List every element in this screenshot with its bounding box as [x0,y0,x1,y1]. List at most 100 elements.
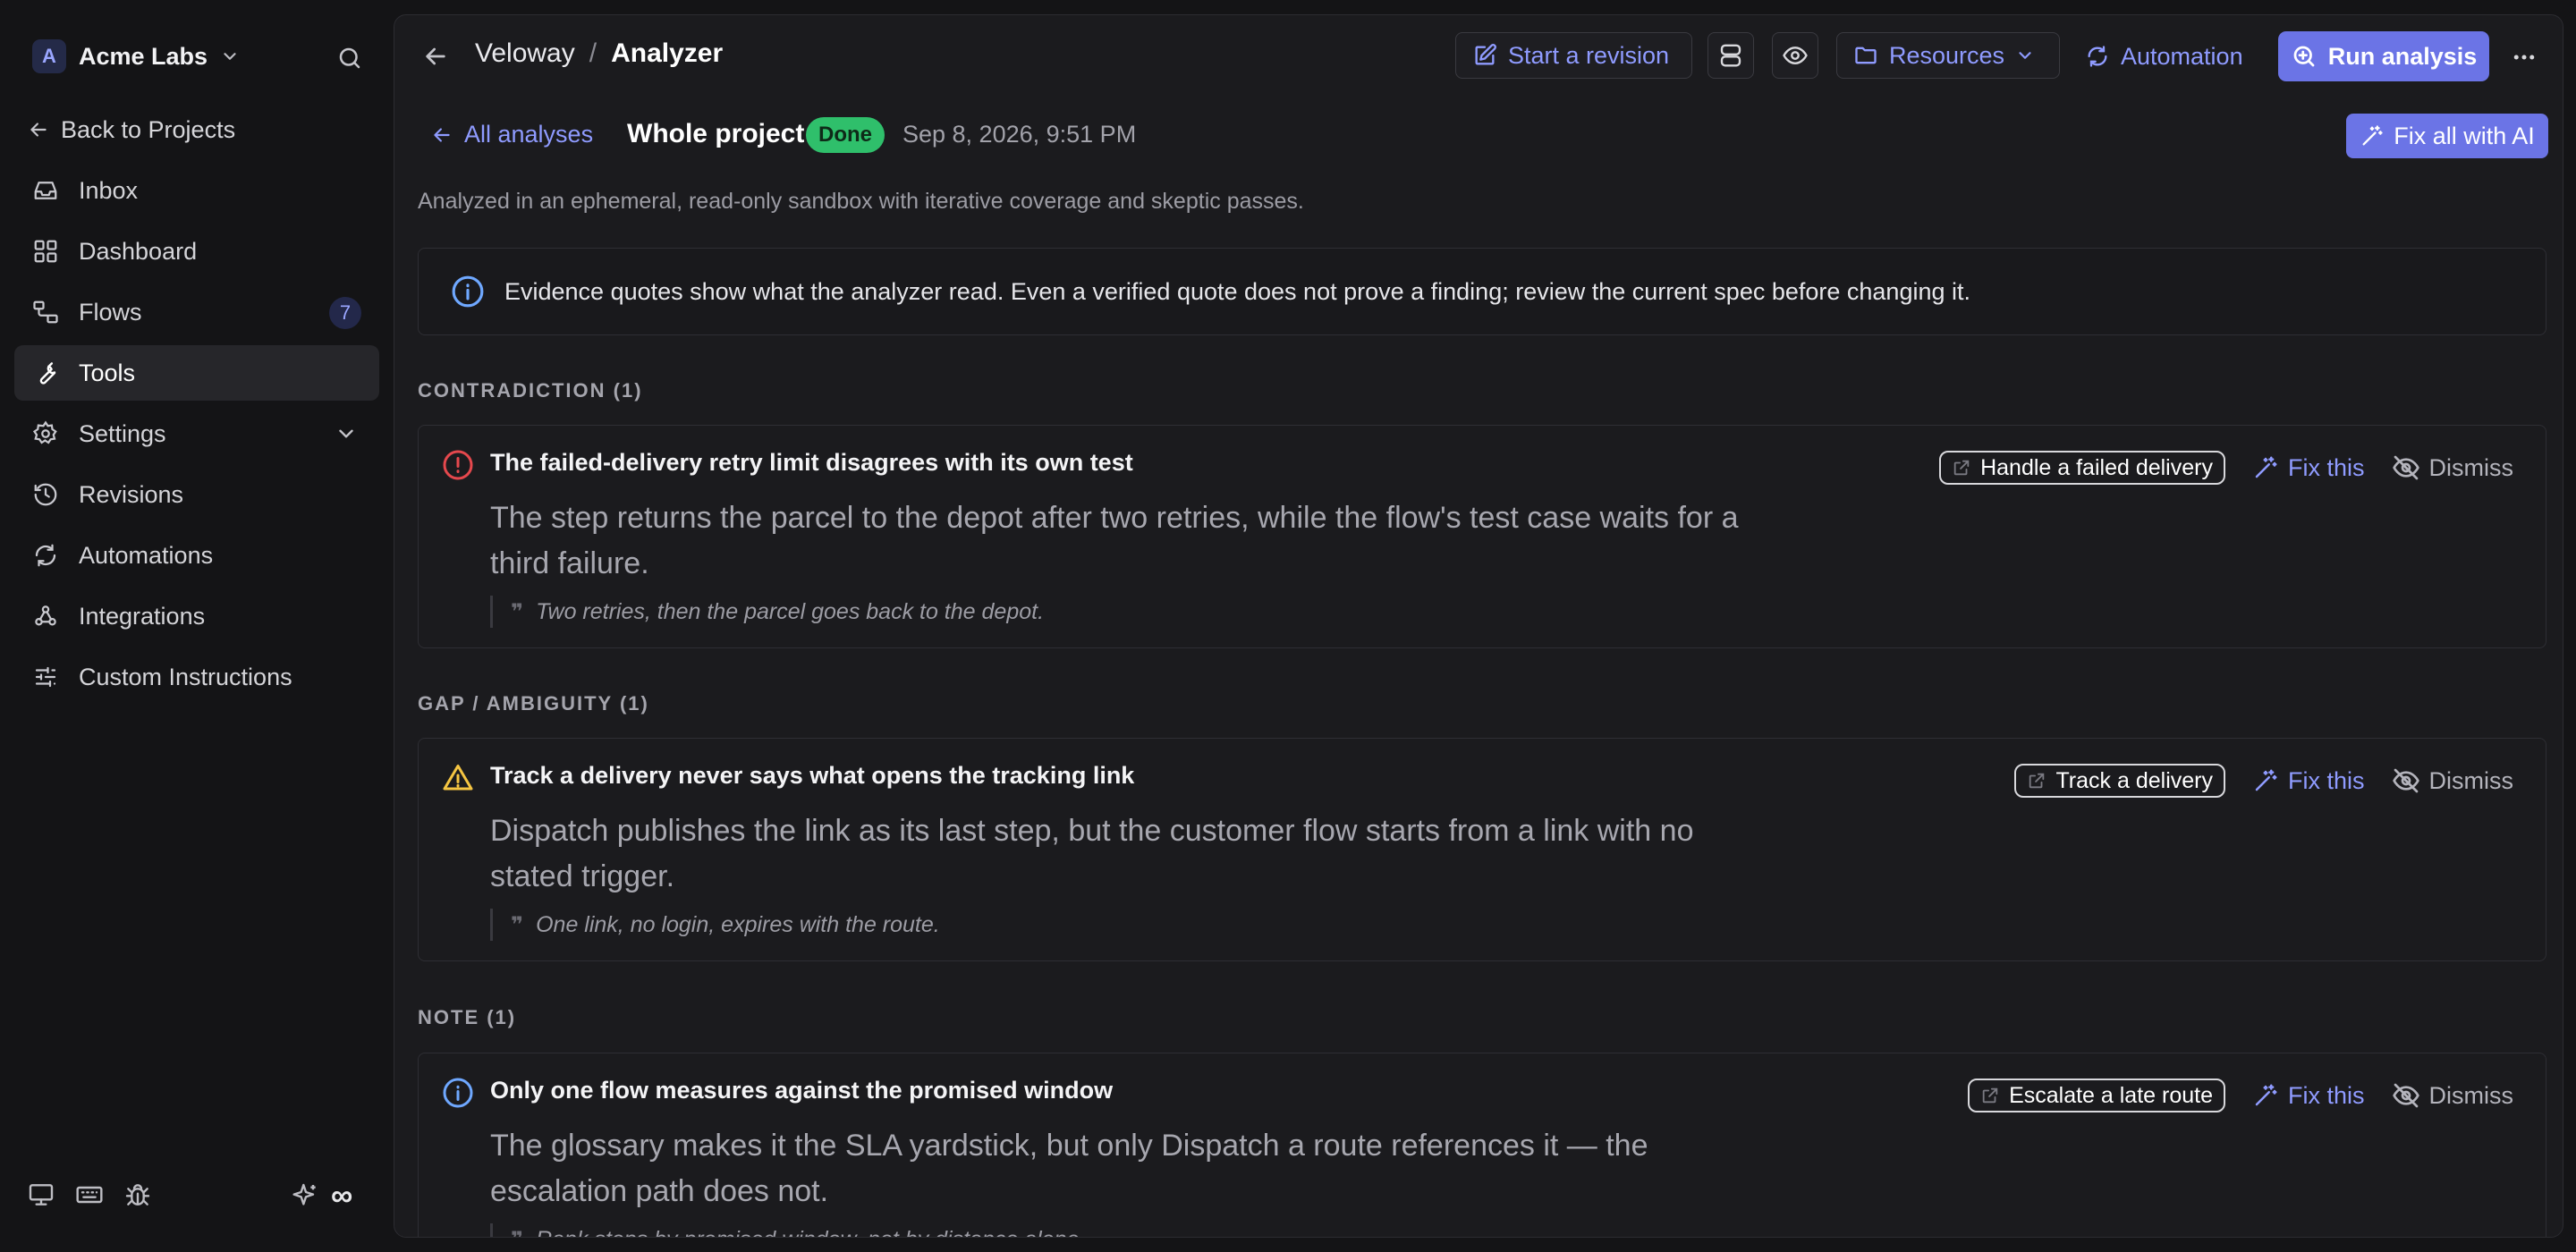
sidebar: A Acme Labs Back to Projects Inbox Dashb… [0,0,394,1252]
dismiss-label: Dismiss [2428,766,2514,794]
dismiss-button[interactable]: Dismiss [2392,1081,2514,1110]
page-title: Analyzer [611,38,724,68]
back-to-projects-link[interactable]: Back to Projects [27,111,235,148]
sidebar-item-flows[interactable]: Flows 7 [14,284,379,340]
info-callout: Evidence quotes show what the analyzer r… [418,248,2546,335]
evidence-quote: ❞ Rank stops by promised window, not by … [490,1223,1085,1238]
finding-title: The failed-delivery retry limit disagree… [490,449,1133,476]
dashboard-icon [30,236,61,266]
run-analysis-button[interactable]: Run analysis [2278,31,2489,81]
fix-all-with-ai-button[interactable]: Fix all with AI [2346,114,2548,158]
workspace-avatar: A [32,39,66,73]
sidebar-item-tools[interactable]: Tools [14,345,379,401]
finding-title: Only one flow measures against the promi… [490,1077,1114,1104]
dismiss-label: Dismiss [2428,1081,2514,1109]
workspace-name: Acme Labs [79,42,208,70]
external-link-icon [1952,458,1971,478]
sidebar-item-inbox[interactable]: Inbox [14,163,379,218]
sidebar-item-label: Inbox [79,176,139,204]
all-analyses-link[interactable]: All analyses [430,121,593,148]
resources-dropdown[interactable]: Resources [1836,32,2060,79]
fix-this-button[interactable]: Fix this [2252,767,2365,795]
sidebar-item-label: Revisions [79,480,184,508]
warning-triangle-icon [442,762,474,794]
finding-title: Track a delivery never says what opens t… [490,762,1135,789]
preview-button[interactable] [1772,32,1818,79]
info-callout-text: Evidence quotes show what the analyzer r… [504,277,1970,305]
fix-all-label: Fix all with AI [2394,122,2535,149]
fix-this-label: Fix this [2287,453,2365,481]
refresh-icon [30,540,61,571]
sidebar-item-label: Tools [79,359,136,386]
history-icon [30,479,61,510]
bug-icon[interactable] [123,1180,152,1209]
sidebar-item-revisions[interactable]: Revisions [14,467,379,522]
sidebar-item-automations[interactable]: Automations [14,528,379,583]
finding-body: The glossary makes it the SLA yardstick,… [490,1129,1648,1208]
more-options-icon[interactable] [2505,38,2543,76]
search-icon[interactable] [331,39,369,77]
flows-icon [30,297,61,327]
arrow-left-icon[interactable] [421,42,450,71]
layout-toggle-button[interactable] [1707,32,1754,79]
sidebar-item-custom-instructions[interactable]: Custom Instructions [14,649,379,705]
evidence-quote-text: One link, no login, expires with the rou… [536,911,940,937]
sidebar-item-label: Custom Instructions [79,663,292,690]
flow-link-pill[interactable]: Escalate a late route [1968,1079,2225,1112]
eye-icon [1782,42,1809,69]
analysis-scope: Whole project [627,119,805,148]
analysis-date: Sep 8, 2026, 9:51 PM [902,121,1137,148]
start-revision-label: Start a revision [1508,41,1670,69]
status-badge: Done [806,117,885,153]
finding-card: The failed-delivery retry limit disagree… [418,425,2546,648]
sidebar-footer-tools [27,1180,152,1209]
flow-link-pill[interactable]: Handle a failed delivery [1939,451,2225,485]
sidebar-item-label: Flows [79,298,142,326]
fix-this-button[interactable]: Fix this [2252,454,2365,482]
sidebar-item-label: Automations [79,541,214,569]
evidence-quote: ❞ Two retries, then the parcel goes back… [490,596,1044,628]
finding-card: Track a delivery never says what opens t… [418,738,2546,961]
info-icon [442,1077,474,1109]
start-revision-button[interactable]: Start a revision [1455,32,1692,79]
sidebar-item-label: Dashboard [79,237,198,265]
infinity-icon[interactable]: ∞ [331,1180,352,1211]
quote-icon: ❞ [511,912,524,937]
fix-this-button[interactable]: Fix this [2252,1082,2365,1110]
breadcrumb-project[interactable]: Veloway [475,38,575,69]
quote-icon: ❞ [511,1227,523,1238]
refresh-icon [2085,44,2110,69]
info-icon [451,275,485,309]
flow-link-label: Track a delivery [2055,767,2213,793]
keyboard-icon[interactable] [75,1180,104,1209]
sliders-icon [30,662,61,692]
all-analyses-label: All analyses [464,121,594,148]
magic-wand-icon [2252,767,2279,794]
finding-body: The step returns the parcel to the depot… [490,501,1739,580]
flow-link-label: Escalate a late route [2009,1082,2213,1108]
evidence-quote: ❞ One link, no login, expires with the r… [490,909,940,941]
eye-off-icon [2392,453,2420,482]
eye-off-icon [2392,766,2420,795]
automation-button[interactable]: Automation [2085,33,2243,80]
resources-label: Resources [1889,41,2005,69]
sidebar-item-dashboard[interactable]: Dashboard [14,224,379,279]
main-panel: Veloway / Analyzer Start a revision Reso… [394,14,2563,1238]
dismiss-button[interactable]: Dismiss [2392,453,2513,482]
magic-wand-icon [2360,123,2385,148]
sidebar-item-settings[interactable]: Settings [14,406,379,461]
dismiss-button[interactable]: Dismiss [2392,766,2514,795]
gear-icon [30,419,61,449]
flow-link-pill[interactable]: Track a delivery [2014,764,2225,798]
external-link-icon [2027,771,2046,791]
sparkles-icon[interactable] [292,1181,320,1210]
chevron-down-icon [335,422,358,445]
finding-card: Only one flow measures against the promi… [418,1053,2546,1238]
flows-count-badge: 7 [329,297,361,329]
quote-icon: ❞ [511,599,524,624]
eye-off-icon [2392,1081,2420,1110]
workspace-switcher[interactable]: A Acme Labs [32,38,240,75]
sidebar-nav: Inbox Dashboard Flows 7 Tools Settings R… [14,163,379,710]
sidebar-item-integrations[interactable]: Integrations [14,588,379,644]
monitor-icon[interactable] [27,1180,55,1209]
